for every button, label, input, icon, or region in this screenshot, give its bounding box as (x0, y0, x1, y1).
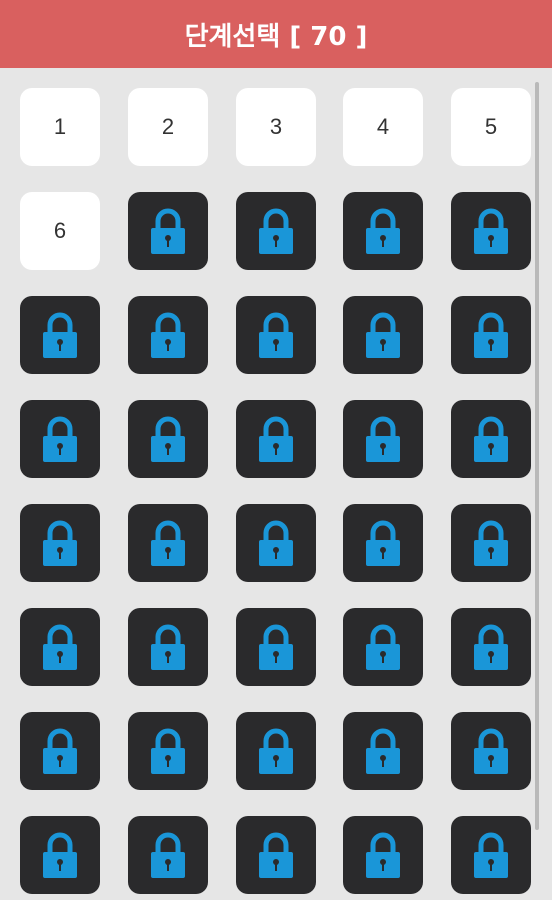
lock-icon (366, 312, 400, 358)
lock-icon (259, 728, 293, 774)
lock-icon (151, 624, 185, 670)
lock-icon (43, 416, 77, 462)
lock-icon (43, 832, 77, 878)
lock-icon (474, 832, 508, 878)
locked-level-button[interactable] (128, 608, 208, 686)
locked-level-button[interactable] (236, 712, 316, 790)
locked-level-button[interactable] (236, 400, 316, 478)
level-button[interactable]: 3 (236, 88, 316, 166)
lock-icon (366, 208, 400, 254)
locked-level-button[interactable] (236, 296, 316, 374)
locked-level-button[interactable] (20, 712, 100, 790)
level-number: 5 (484, 114, 498, 139)
level-number: 1 (53, 114, 67, 139)
lock-icon (43, 624, 77, 670)
lock-icon (474, 728, 508, 774)
locked-level-button[interactable] (20, 400, 100, 478)
lock-icon (474, 416, 508, 462)
locked-level-button[interactable] (451, 296, 531, 374)
lock-icon (151, 312, 185, 358)
locked-level-button[interactable] (128, 816, 208, 894)
locked-level-button[interactable] (128, 504, 208, 582)
locked-level-button[interactable] (343, 712, 423, 790)
locked-level-button[interactable] (236, 816, 316, 894)
locked-level-button[interactable] (236, 504, 316, 582)
locked-level-button[interactable] (343, 400, 423, 478)
locked-level-button[interactable] (343, 192, 423, 270)
lock-icon (43, 520, 77, 566)
lock-icon (474, 312, 508, 358)
locked-level-button[interactable] (20, 608, 100, 686)
level-number: 4 (376, 114, 390, 139)
locked-level-button[interactable] (451, 504, 531, 582)
level-button[interactable]: 1 (20, 88, 100, 166)
lock-icon (474, 520, 508, 566)
locked-level-button[interactable] (20, 296, 100, 374)
lock-icon (474, 208, 508, 254)
locked-level-button[interactable] (128, 192, 208, 270)
lock-icon (259, 520, 293, 566)
locked-level-button[interactable] (451, 816, 531, 894)
locked-level-button[interactable] (128, 400, 208, 478)
lock-icon (151, 208, 185, 254)
locked-level-button[interactable] (451, 400, 531, 478)
lock-icon (366, 728, 400, 774)
locked-level-button[interactable] (451, 192, 531, 270)
level-number: 3 (269, 114, 283, 139)
lock-icon (259, 208, 293, 254)
title-bar: 단계선택 [ 70 ] (0, 0, 552, 68)
level-button[interactable]: 6 (20, 192, 100, 270)
locked-level-button[interactable] (343, 296, 423, 374)
level-button[interactable]: 5 (451, 88, 531, 166)
lock-icon (151, 416, 185, 462)
locked-level-button[interactable] (451, 712, 531, 790)
lock-icon (43, 728, 77, 774)
lock-icon (366, 832, 400, 878)
lock-icon (259, 416, 293, 462)
lock-icon (366, 416, 400, 462)
locked-level-button[interactable] (128, 296, 208, 374)
level-number: 6 (53, 218, 67, 243)
level-number: 2 (161, 114, 175, 139)
lock-icon (474, 624, 508, 670)
level-grid: 1 2 3 4 5 6 (0, 68, 552, 900)
locked-level-button[interactable] (236, 608, 316, 686)
locked-level-button[interactable] (343, 504, 423, 582)
lock-icon (259, 312, 293, 358)
locked-level-button[interactable] (343, 816, 423, 894)
lock-icon (259, 832, 293, 878)
lock-icon (259, 624, 293, 670)
page-title: 단계선택 [ 70 ] (184, 21, 368, 52)
locked-level-button[interactable] (236, 192, 316, 270)
locked-level-button[interactable] (20, 816, 100, 894)
lock-icon (43, 312, 77, 358)
locked-level-button[interactable] (451, 608, 531, 686)
locked-level-button[interactable] (20, 504, 100, 582)
vertical-scrollbar[interactable] (535, 82, 539, 830)
lock-icon (151, 728, 185, 774)
lock-icon (151, 520, 185, 566)
lock-icon (366, 624, 400, 670)
lock-icon (151, 832, 185, 878)
locked-level-button[interactable] (128, 712, 208, 790)
locked-level-button[interactable] (343, 608, 423, 686)
level-button[interactable]: 2 (128, 88, 208, 166)
level-button[interactable]: 4 (343, 88, 423, 166)
lock-icon (366, 520, 400, 566)
